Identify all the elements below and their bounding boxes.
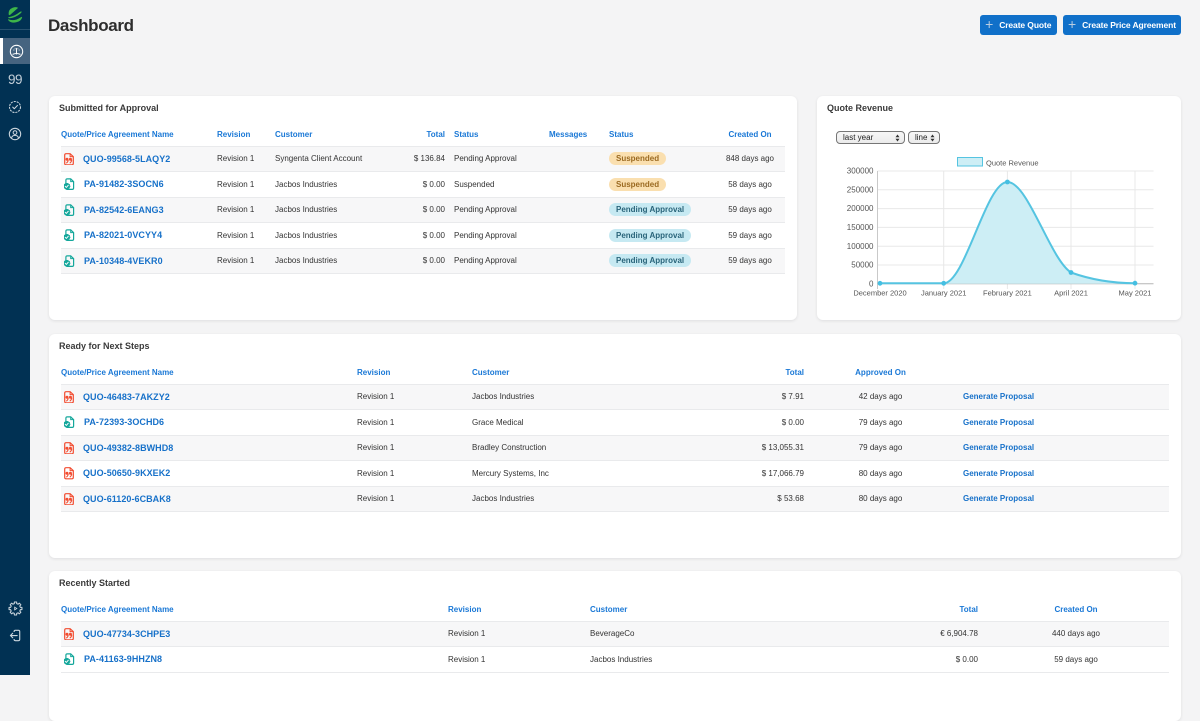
svg-text:50000: 50000 [851,261,874,270]
svg-text:150000: 150000 [847,223,874,232]
svg-text:May 2021: May 2021 [1119,289,1152,298]
svg-text:February 2021: February 2021 [983,289,1032,298]
svg-text:Quote Revenue: Quote Revenue [986,159,1039,168]
svg-text:0: 0 [869,279,874,288]
svg-text:January 2021: January 2021 [921,289,966,298]
svg-text:April 2021: April 2021 [1054,289,1088,298]
svg-text:December 2020: December 2020 [853,289,906,298]
svg-text:300000: 300000 [847,167,874,176]
svg-text:250000: 250000 [847,185,874,194]
svg-text:200000: 200000 [847,204,874,213]
svg-text:100000: 100000 [847,242,874,251]
